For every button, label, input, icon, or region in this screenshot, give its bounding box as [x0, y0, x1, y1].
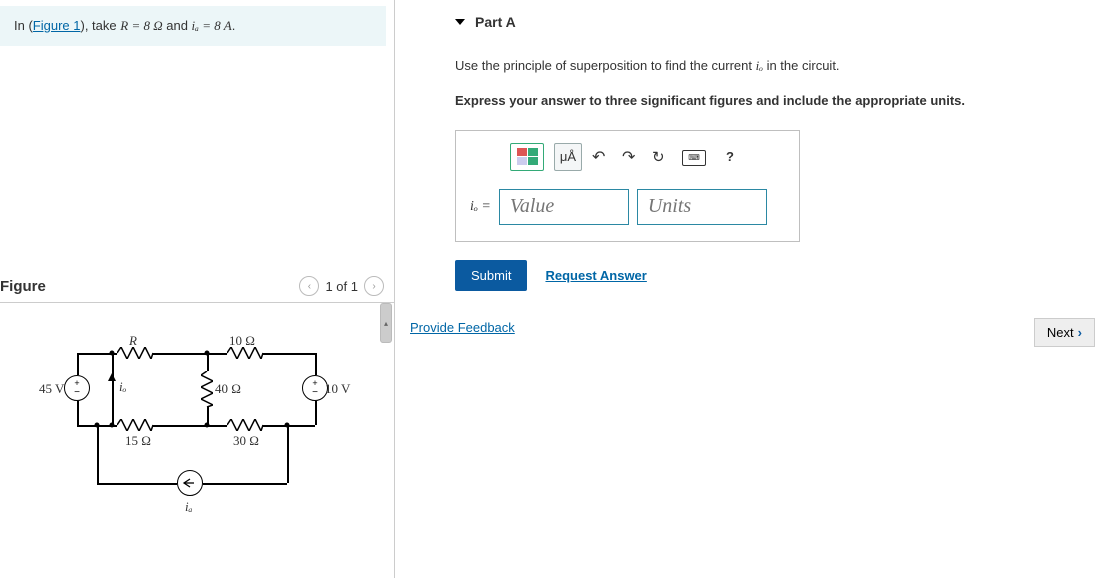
figure-next-button[interactable]: ›	[364, 276, 384, 296]
keyboard-icon: ⌨	[682, 150, 706, 166]
templates-button[interactable]	[510, 143, 544, 171]
instruction-period: .	[232, 18, 236, 33]
label-R: R	[129, 333, 137, 349]
instruction-mid1: ), take	[81, 18, 121, 33]
label-ia: iₐ	[185, 499, 192, 515]
figure-title: Figure	[0, 278, 299, 295]
svg-text:−: −	[74, 387, 80, 397]
reset-button[interactable]: ↻	[652, 148, 672, 166]
next-button[interactable]: Next ›	[1034, 318, 1095, 347]
units-mu-button[interactable]: μÅ	[554, 143, 582, 171]
R-value: R = 8 Ω	[120, 18, 162, 33]
value-input[interactable]	[499, 189, 629, 225]
undo-button[interactable]: ↶	[592, 147, 612, 167]
label-45v: 45 V	[39, 381, 64, 397]
ia-value: iₐ = 8 A	[192, 18, 232, 33]
instruction-prefix: In (	[14, 18, 33, 33]
next-label: Next	[1047, 325, 1074, 340]
prompt-line-1: Use the principle of superposition to fi…	[455, 56, 1101, 77]
prompt-line-2: Express your answer to three significant…	[455, 91, 1101, 112]
figure-scroll-handle[interactable]: ▴	[380, 303, 392, 343]
provide-feedback-link[interactable]: Provide Feedback	[410, 320, 515, 335]
chevron-right-icon: ›	[1078, 325, 1082, 340]
label-io: iₒ	[119, 379, 126, 395]
request-answer-link[interactable]: Request Answer	[545, 268, 646, 283]
label-10ohm: 10 Ω	[229, 333, 255, 349]
figure-nav-text: 1 of 1	[325, 279, 358, 294]
answer-frame: μÅ ↶ ↷ ↻ ⌨ ? iₒ =	[455, 130, 800, 242]
figure-header: Figure ‹ 1 of 1 ›	[0, 276, 394, 303]
submit-button[interactable]: Submit	[455, 260, 527, 291]
source-ia	[177, 470, 203, 496]
figure-body: ▴ +−	[0, 303, 394, 558]
instruction-box: In (Figure 1), take R = 8 Ω and iₐ = 8 A…	[0, 6, 386, 46]
part-title: Part A	[475, 14, 516, 30]
svg-text:−: −	[312, 387, 318, 397]
chevron-down-icon	[455, 19, 465, 25]
help-button[interactable]: ?	[716, 143, 744, 171]
label-30ohm: 30 Ω	[233, 433, 259, 449]
circuit-diagram: +− +−	[37, 323, 357, 533]
figure-prev-button[interactable]: ‹	[299, 276, 319, 296]
source-45v: +−	[64, 375, 90, 401]
label-40ohm: 40 Ω	[215, 381, 241, 397]
answer-toolbar: μÅ ↶ ↷ ↻ ⌨ ?	[510, 143, 785, 171]
figure-link[interactable]: Figure 1	[33, 18, 81, 33]
redo-button[interactable]: ↷	[622, 147, 642, 167]
label-10v: 10 V	[325, 381, 350, 397]
equation-label: iₒ =	[470, 199, 491, 215]
instruction-and: and	[163, 18, 192, 33]
label-15ohm: 15 Ω	[125, 433, 151, 449]
units-input[interactable]	[637, 189, 767, 225]
keyboard-button[interactable]: ⌨	[682, 147, 706, 166]
part-header[interactable]: Part A	[455, 10, 1101, 42]
